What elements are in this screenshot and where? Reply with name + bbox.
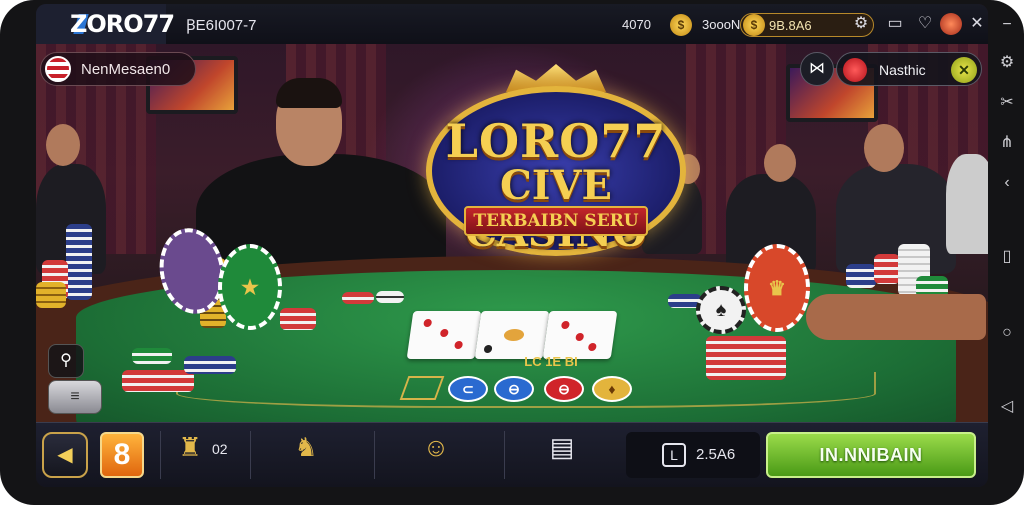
divider: [160, 431, 161, 479]
playing-card[interactable]: [542, 311, 618, 359]
settings-icon[interactable]: ⚙: [850, 13, 872, 35]
chip-stack: [280, 308, 316, 330]
settings-icon[interactable]: ⚙: [996, 52, 1018, 74]
device-side-nav: − ⚙ ✂ ⋔ ‹ ▯ ○ ◁: [990, 0, 1024, 505]
background-player: [946, 154, 988, 254]
brand-name: ZORO77: [70, 10, 175, 38]
background-player-head: [864, 124, 904, 172]
chip-stack: [846, 264, 876, 288]
bet-spot-red[interactable]: ⊖: [544, 376, 584, 402]
fullscreen-icon[interactable]: ▭: [884, 13, 906, 35]
chip-stack: [132, 348, 172, 364]
black-white-chip: ♠: [696, 286, 746, 334]
recents-icon[interactable]: ▯: [996, 246, 1018, 268]
clock-icon: L: [662, 443, 686, 467]
bet-spot-blue[interactable]: ⊂: [448, 376, 488, 402]
scissors-icon[interactable]: ✂: [996, 92, 1018, 114]
brand-logo[interactable]: ZORO77: [36, 4, 175, 44]
background-player-head: [46, 124, 80, 166]
game-screen: ★ ♠ ♛ LC 1E BI ⊂ ⊖ ⊖ ♦ LORO77 CIVE TERBA…: [36, 4, 988, 487]
coin-icon: $: [743, 14, 765, 36]
phone-frame: ★ ♠ ♛ LC 1E BI ⊂ ⊖ ⊖ ♦ LORO77 CIVE TERBA…: [0, 0, 1024, 505]
chip-stack: [342, 292, 374, 304]
back-nav-icon[interactable]: ◁: [996, 396, 1018, 418]
game-logo: LORO77 CIVE CASINO TERBAIBN SERU: [426, 64, 686, 256]
bottom-bar: ◀ 8 ♜ 02 ♞ ☺ ▤ L 2.5A6 IN.NNIBAIN: [36, 422, 988, 487]
coin-icon: $: [670, 14, 692, 36]
logo-title: LORO77: [445, 114, 667, 168]
close-icon[interactable]: ✕: [966, 13, 988, 35]
share-button[interactable]: ⋈: [800, 52, 834, 86]
chip-stack: [122, 370, 194, 392]
timer-value: 2.5A6: [696, 446, 736, 463]
chevron-left-icon[interactable]: ‹: [996, 172, 1018, 194]
rocket-icon[interactable]: ♞: [288, 427, 324, 467]
network-icon[interactable]: ⋔: [996, 132, 1018, 154]
chip-stack: [376, 291, 404, 303]
avatar[interactable]: [940, 13, 962, 35]
trophy-icon[interactable]: ♜: [172, 427, 208, 467]
chip-tray-button[interactable]: ≡: [48, 380, 102, 414]
divider: [374, 431, 375, 479]
chip-stack: [66, 224, 92, 300]
notification-icon: [843, 58, 867, 82]
bet-spot-gold[interactable]: ♦: [592, 376, 632, 402]
favorite-icon[interactable]: ♡: [914, 13, 936, 35]
chip-stack: [706, 336, 786, 380]
top-bar: ZORO77 ꞴE6I007-7 4070 $ 3oooN $ 9B.8A6 ⚙…: [36, 4, 988, 44]
trophy-count: 02: [212, 441, 228, 457]
bet-spot-blue[interactable]: ⊖: [494, 376, 534, 402]
minus-icon[interactable]: −: [996, 14, 1018, 36]
chat-icon[interactable]: ☺: [418, 427, 454, 467]
player-name-pill[interactable]: NenMesaen0: [40, 52, 196, 86]
notification-pill[interactable]: Nasthic ✕: [836, 52, 982, 86]
table-center-label: LC 1E BI: [524, 354, 578, 369]
flag-icon: [45, 56, 71, 82]
level-badge[interactable]: 8: [100, 432, 144, 478]
back-button[interactable]: ◀: [42, 432, 88, 478]
stat-value: 4070: [622, 17, 651, 32]
dealer-hair: [276, 78, 342, 108]
playing-card[interactable]: [406, 311, 482, 359]
chip-stack: [184, 356, 236, 374]
divider: [250, 431, 251, 479]
divider: [504, 431, 505, 479]
player-name: NenMesaen0: [81, 61, 171, 78]
red-chip-crown-icon: ♛: [744, 244, 810, 332]
chip-stack: [36, 282, 66, 308]
action-icon[interactable]: ✕: [951, 57, 977, 83]
history-icon[interactable]: ▤: [544, 427, 580, 467]
green-chip-star-icon: ★: [218, 244, 282, 330]
background-player-head: [764, 144, 796, 182]
logo-ribbon: TERBAIBN SERU: [464, 206, 648, 236]
home-icon[interactable]: ○: [996, 322, 1018, 344]
tool-button[interactable]: ⚲: [48, 344, 84, 378]
user-id: ꞴE6I007-7: [186, 17, 257, 34]
player-hand: [806, 294, 986, 340]
balance-value: 9B.8A6: [769, 18, 812, 33]
timer-display: L 2.5A6: [626, 432, 760, 478]
stat-value: 3oooN: [702, 17, 741, 32]
play-button[interactable]: IN.NNIBAIN: [766, 432, 976, 478]
playing-card[interactable]: [474, 311, 550, 359]
chip-stack: [874, 254, 900, 284]
notification-label: Nasthic: [879, 62, 926, 78]
